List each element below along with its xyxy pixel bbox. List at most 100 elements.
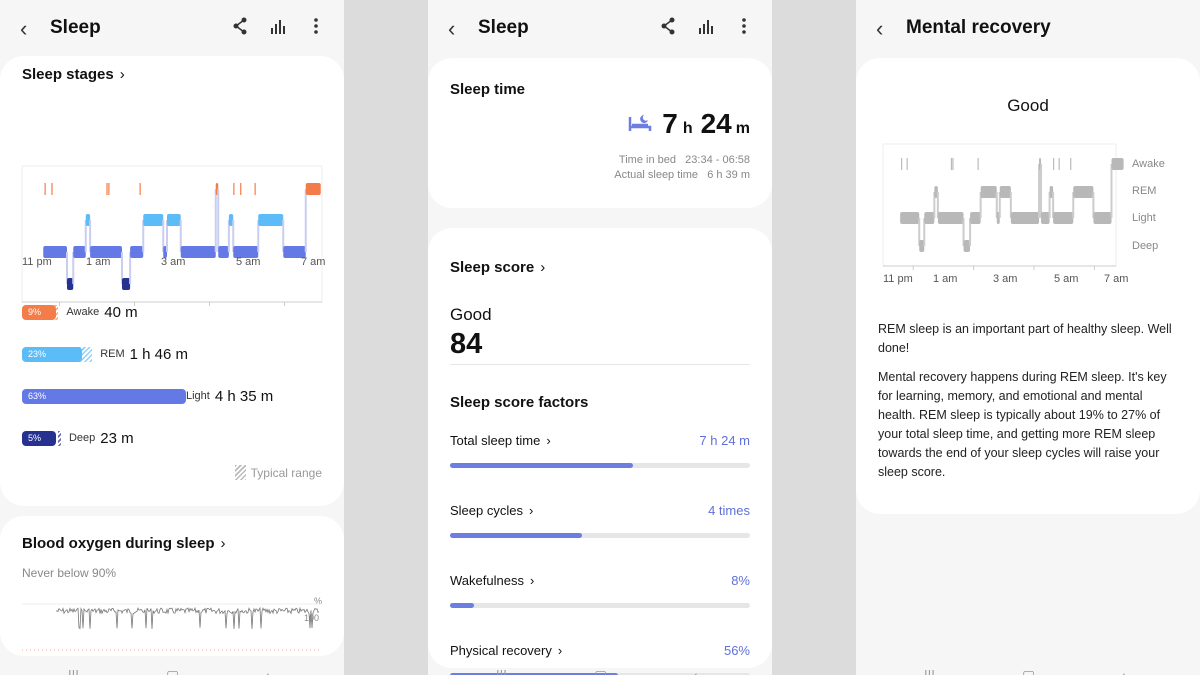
stage-segment-light bbox=[1093, 212, 1112, 224]
factor-value: 4 times bbox=[708, 503, 750, 518]
stage-duration: 23 m bbox=[100, 429, 134, 447]
time-label: 5 am bbox=[236, 256, 261, 268]
progress-fill bbox=[450, 463, 633, 468]
stage-segment-rem bbox=[980, 186, 997, 198]
progress-fill bbox=[450, 603, 474, 608]
share-icon[interactable] bbox=[660, 16, 676, 36]
time-label: 11 pm bbox=[22, 256, 52, 268]
stage-row-deep: 5% Deep 23 m bbox=[22, 429, 134, 447]
bed-icon bbox=[628, 113, 652, 138]
stage-name: Awake bbox=[66, 306, 100, 318]
factor-label: Total sleep time bbox=[450, 433, 541, 448]
time-label: 5 am bbox=[1054, 273, 1079, 285]
factor-2[interactable]: Wakefulness › 8% bbox=[450, 573, 750, 588]
blood-oxygen-chart bbox=[22, 603, 322, 651]
typical-range-hatch bbox=[45, 304, 59, 320]
sleep-score-link[interactable]: Sleep score › bbox=[450, 259, 545, 276]
stage-segment-rem bbox=[258, 214, 284, 226]
stage-segment-awake bbox=[1111, 158, 1124, 170]
page-title: Mental recovery bbox=[906, 17, 1051, 38]
stage-segment-light bbox=[1053, 212, 1074, 224]
header: ‹ Sleep bbox=[0, 0, 344, 56]
hypnogram-chart bbox=[21, 165, 323, 306]
label: Actual sleep time bbox=[614, 169, 699, 181]
stage-row-awake: 9% Awake 40 m bbox=[22, 303, 138, 321]
sleep-time-title: Sleep time bbox=[450, 81, 526, 98]
mental-recovery-panel: ‹ Mental recovery Good Awake REM Light D… bbox=[856, 0, 1200, 675]
factor-1[interactable]: Sleep cycles › 4 times bbox=[450, 503, 750, 518]
mental-recovery-card: Good Awake REM Light Deep 11 pm 1 am 3 a… bbox=[856, 58, 1200, 514]
sleep-time-card: Sleep time 7h 24 m Time in bed 23:34 - 06… bbox=[428, 58, 772, 208]
back-icon[interactable]: ‹ bbox=[876, 16, 883, 42]
factor-value: 7 h 24 m bbox=[699, 433, 750, 448]
time-label: 3 am bbox=[161, 256, 186, 268]
stage-bar: 23% bbox=[22, 346, 82, 362]
stage-segment-light bbox=[1041, 212, 1050, 224]
sleep-time-value: 7h 24 m bbox=[628, 108, 750, 140]
stage-segment-deep bbox=[122, 278, 131, 290]
factor-progress bbox=[450, 533, 750, 538]
typical-range-label: Typical range bbox=[250, 465, 322, 480]
stage-segment-light bbox=[1010, 212, 1040, 224]
stage-duration: 4 h 35 m bbox=[214, 387, 274, 405]
blood-oxygen-card: Blood oxygen during sleep › Never below 9… bbox=[0, 516, 344, 656]
stage-row-rem: 23% REM 1 h 46 m bbox=[22, 345, 189, 363]
stage-segment-light bbox=[180, 246, 216, 258]
page-title: Sleep bbox=[478, 17, 529, 38]
time-in-bed: Time in bed 23:34 - 06:58 bbox=[619, 153, 750, 168]
stage-label: Awake bbox=[1132, 158, 1165, 170]
stage-segment-light bbox=[73, 246, 86, 258]
more-icon[interactable] bbox=[308, 16, 324, 36]
nav-bar: ||| ▢ ‹ bbox=[924, 667, 1126, 675]
stage-segment-rem bbox=[143, 214, 164, 226]
rating: Good bbox=[1007, 96, 1049, 115]
chart-icon[interactable] bbox=[270, 16, 286, 36]
factor-progress bbox=[450, 463, 750, 468]
chart-icon[interactable] bbox=[698, 16, 714, 36]
blood-oxygen-link[interactable]: Blood oxygen during sleep › bbox=[22, 535, 226, 552]
stage-segment-light bbox=[970, 212, 981, 224]
nav-bar: ||| ▢ ‹ bbox=[68, 667, 270, 675]
stage-segment-awake bbox=[305, 183, 321, 195]
factor-label: Wakefulness bbox=[450, 573, 524, 588]
time-label: 1 am bbox=[86, 256, 111, 268]
back-icon[interactable]: ‹ bbox=[448, 16, 455, 42]
stage-name: REM bbox=[100, 348, 125, 360]
value: 6 h 39 m bbox=[707, 169, 750, 181]
time-label: 7 am bbox=[1104, 273, 1129, 285]
oxygen-trace bbox=[55, 606, 320, 630]
stage-duration: 40 m bbox=[104, 303, 138, 321]
factor-value: 56% bbox=[723, 643, 750, 658]
more-icon[interactable] bbox=[736, 16, 752, 36]
sleep-stages-card: Sleep stages › 11 pm 1 am 3 am 5 am 7 am … bbox=[0, 56, 344, 506]
stage-name: Light bbox=[186, 390, 210, 402]
sleep-stages-link[interactable]: Sleep stages › bbox=[22, 66, 125, 83]
typical-range-hatch bbox=[74, 346, 93, 362]
sleep-score-panel: ‹ Sleep Sleep time 7h 24 m Time in bed 23… bbox=[428, 0, 772, 675]
stage-segment-light bbox=[937, 212, 964, 224]
back-icon[interactable]: ‹ bbox=[20, 16, 27, 42]
value: 23:34 - 06:58 bbox=[685, 154, 750, 166]
stage-segment-rem bbox=[999, 186, 1011, 198]
factors-title: Sleep score factors bbox=[450, 394, 589, 411]
factor-0[interactable]: Total sleep time › 7 h 24 m bbox=[450, 433, 750, 448]
paragraph: Mental recovery happens during REM sleep… bbox=[878, 370, 1167, 479]
time-label: 7 am bbox=[301, 256, 326, 268]
stage-segment-light bbox=[924, 212, 935, 224]
factor-value: 8% bbox=[731, 573, 750, 588]
stage-duration: 1 h 46 m bbox=[129, 345, 189, 363]
minutes-unit: m bbox=[735, 120, 750, 137]
stage-segment-light bbox=[218, 246, 229, 258]
stage-segment-light bbox=[900, 212, 920, 224]
factor-progress bbox=[450, 603, 750, 608]
factor-label: Physical recovery bbox=[450, 643, 552, 658]
factor-3[interactable]: Physical recovery › 56% bbox=[450, 643, 750, 658]
score-value: 84 bbox=[450, 328, 483, 360]
oxygen-subtitle: Never below 90% bbox=[22, 566, 117, 580]
share-icon[interactable] bbox=[232, 16, 248, 36]
typical-range-hatch bbox=[152, 388, 178, 404]
hours-unit: h bbox=[682, 120, 693, 137]
time-label: 1 am bbox=[933, 273, 958, 285]
divider bbox=[450, 364, 750, 365]
sleep-panel: ‹ Sleep Sleep stages › 11 pm 1 am 3 am 5 … bbox=[0, 0, 344, 675]
